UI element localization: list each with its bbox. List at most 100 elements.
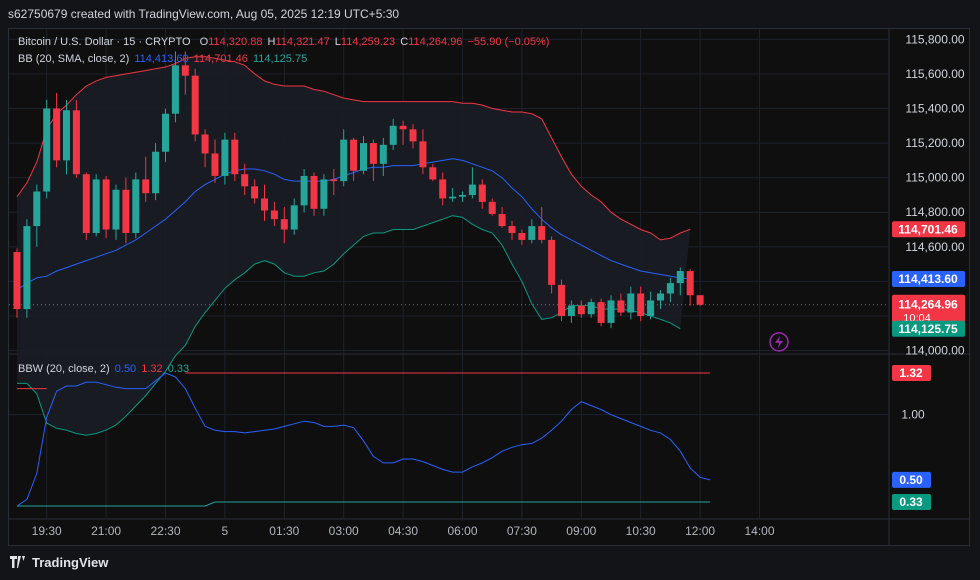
candle-body — [63, 110, 70, 161]
candle-body — [112, 189, 120, 230]
candle-body — [617, 300, 625, 313]
time-tick-label: 12:00 — [685, 524, 715, 538]
candle — [72, 99, 80, 178]
candle-body — [686, 271, 694, 296]
time-tick-label: 07:30 — [507, 524, 537, 538]
price-tick-label: 114,600.00 — [905, 240, 964, 254]
close-value: 114,264.96 — [408, 36, 463, 48]
bbw-value: 0.50 — [114, 363, 137, 375]
candle-body — [508, 226, 516, 233]
candle-body — [13, 252, 21, 310]
candle-body — [221, 139, 229, 176]
time-axis: 19:30 21:00 22:30 5 01:30 03:00 04:30 06:00 07:3… — [32, 524, 775, 538]
candle-body — [577, 305, 585, 315]
candle-body — [518, 232, 526, 240]
candle-body — [379, 144, 387, 164]
bb-label[interactable]: BB (20, SMA, close, 2) — [18, 53, 129, 65]
time-tick-label: 03:00 — [329, 524, 359, 538]
close-label: C — [400, 36, 409, 48]
open-label: O — [199, 36, 209, 48]
candle — [132, 172, 140, 239]
candle-body — [449, 196, 457, 199]
bbw-label[interactable]: BBW (20, close, 2) — [18, 363, 110, 375]
candle-body — [459, 194, 466, 197]
bbw-low-badge: 0.33 — [892, 494, 931, 511]
candle-body — [280, 219, 288, 230]
candle-body — [132, 179, 140, 233]
candle-body — [607, 300, 615, 323]
candle — [23, 219, 31, 318]
lightning-icon — [769, 332, 789, 352]
low-value: 114,259.23 — [340, 36, 396, 48]
bb-upper-value: 114,701.46 — [193, 53, 248, 65]
main-legend[interactable]: Bitcoin / U.S. Dollar · 15 · CRYPTO O114… — [18, 36, 551, 48]
candle-body — [162, 113, 169, 152]
bb-basis-value: 114,413.60 — [134, 53, 189, 65]
lightning-icon-bolt — [775, 335, 783, 348]
candle-body — [696, 295, 704, 305]
candle-body — [637, 293, 645, 316]
candle — [558, 279, 565, 322]
candle-body — [23, 226, 31, 310]
candle-body — [538, 226, 546, 240]
change-value: −55.90 (−0.05%) — [467, 36, 550, 48]
candle-body — [350, 139, 358, 171]
bb-legend[interactable]: BB (20, SMA, close, 2) 114,413.60 114,70… — [18, 53, 309, 65]
candle — [102, 175, 110, 239]
tradingview-logo[interactable]: TradingView — [10, 555, 108, 570]
candle-body — [369, 143, 377, 164]
price-tick-label: 115,800.00 — [905, 32, 964, 46]
symbol-label[interactable]: Bitcoin / U.S. Dollar · 15 · CRYPTO — [18, 36, 191, 48]
high-value: 114,321.47 — [275, 36, 330, 48]
candle-body — [340, 139, 348, 182]
candle — [82, 172, 90, 240]
bbw-value-badge: 0.50 — [892, 471, 931, 488]
price-axis: 115,800.00 115,600.00 115,400.00 115,200.00… — [892, 32, 965, 358]
price-tick-label: 115,600.00 — [905, 67, 964, 81]
candle-body — [488, 201, 496, 214]
price-tick-label: 114,000.00 — [905, 344, 964, 358]
bbw-low-badge-text: 0.33 — [899, 495, 923, 509]
bb-lower-value: 114,125.75 — [252, 53, 308, 65]
candle-body — [389, 125, 397, 145]
bbw-tick-label: 1.00 — [901, 408, 925, 422]
basis-badge: 114,413.60 — [892, 271, 965, 288]
header-caption: s62750679 created with TradingView.com, … — [0, 0, 980, 28]
candle-body — [261, 198, 268, 211]
lower-band-badge: 114,125.75 — [892, 320, 965, 337]
brand-name: TradingView — [32, 555, 109, 570]
candle-body — [360, 143, 367, 171]
last-price-text: 114,264.96 — [898, 298, 958, 312]
candle-body — [558, 284, 565, 316]
candle-body — [102, 179, 110, 230]
open-value: 114,320.88 — [208, 36, 263, 48]
candle-body — [33, 191, 41, 227]
candle-body — [666, 283, 674, 294]
candle-body — [468, 184, 476, 195]
price-tick-label: 115,200.00 — [905, 136, 964, 150]
candle-body — [171, 65, 179, 114]
time-tick-label: 04:30 — [388, 524, 418, 538]
candle-body — [409, 129, 417, 142]
candle — [231, 132, 239, 182]
candle-body — [290, 205, 298, 230]
last-price-badge: 114,264.9610:04 — [892, 294, 965, 325]
candle-body — [92, 179, 100, 233]
tradingview-logo-icon — [10, 556, 25, 568]
candle-body — [191, 75, 199, 135]
time-tick-label: 06:00 — [447, 524, 477, 538]
chart-svg[interactable]: 115,800.00 115,600.00 115,400.00 115,200.00… — [9, 29, 969, 545]
low-label: L — [334, 36, 341, 48]
candle-body — [82, 174, 90, 233]
candle-body — [43, 108, 51, 192]
time-tick-label: 01:30 — [269, 524, 299, 538]
bbw-high-badge-text: 1.32 — [899, 366, 923, 380]
bbw-high-badge: 1.32 — [892, 364, 931, 381]
lower-band-badge-text: 114,125.75 — [898, 322, 958, 336]
bbw-legend[interactable]: BBW (20, close, 2) 0.50 1.32 0.33 — [18, 363, 191, 375]
candle-body — [399, 125, 407, 130]
time-tick-label: 5 — [222, 524, 229, 538]
chart-frame: 115,800.00 115,600.00 115,400.00 115,200.00… — [8, 28, 970, 546]
bbw-lowest-line — [17, 501, 710, 507]
candle-body — [181, 65, 189, 76]
